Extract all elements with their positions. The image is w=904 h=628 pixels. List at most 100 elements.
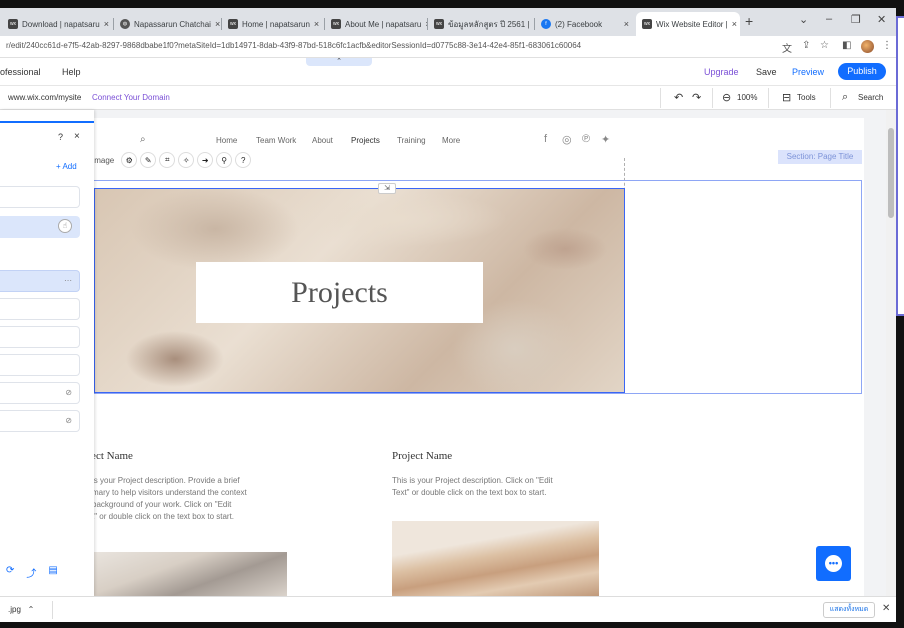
search-icon[interactable]: ⌕ — [140, 134, 146, 145]
menu-icon[interactable]: ⋮ — [882, 40, 892, 51]
link-icon[interactable]: ⚲ — [216, 152, 233, 168]
tools-button[interactable]: Tools — [797, 93, 816, 102]
upgrade-link[interactable]: Upgrade — [704, 67, 739, 77]
add-page-button[interactable]: + Add — [56, 162, 77, 171]
hidden-eye-icon[interactable]: ⊘ — [65, 416, 72, 425]
nav-projects[interactable]: Projects — [351, 136, 380, 145]
sidepanel-icon[interactable]: ◧ — [842, 40, 851, 51]
instagram-icon[interactable]: ◎ — [562, 133, 572, 146]
project-name[interactable]: ject Name — [88, 450, 133, 462]
scrollbar-thumb[interactable] — [888, 128, 894, 218]
restore-button[interactable]: ❐ — [851, 13, 861, 26]
close-shelf-button[interactable]: ✕ — [882, 603, 890, 614]
page-list-item[interactable]: ⊘ — [0, 410, 80, 432]
page-list-item[interactable] — [0, 186, 80, 208]
help-button[interactable]: ? — [58, 132, 63, 142]
more-options-icon[interactable]: ⋯ — [64, 276, 72, 285]
connect-domain-link[interactable]: Connect Your Domain — [92, 93, 170, 102]
undo-icon[interactable]: ↶ — [674, 91, 683, 104]
project-description[interactable]: is your Project description. Provide a b… — [92, 475, 247, 523]
translate-icon[interactable]: 文 — [782, 40, 792, 55]
collapse-toolbar-button[interactable]: ⌃ — [306, 58, 372, 66]
pinterest-icon[interactable]: ℗ — [582, 133, 590, 145]
close-window-button[interactable]: ✕ — [877, 13, 886, 26]
cursor-hand-icon: ☝ — [58, 219, 72, 233]
nav-training[interactable]: Training — [397, 136, 426, 145]
save-button[interactable]: Save — [756, 67, 777, 77]
nav-more[interactable]: More — [442, 136, 460, 145]
nav-about[interactable]: About — [312, 136, 333, 145]
page-list-item[interactable]: ☝ — [0, 216, 80, 238]
download-item[interactable]: .jpg ⌃ — [8, 605, 34, 614]
tab-curriculum[interactable]: wx ข้อมูลหลักสูตร ปี 2561 | × — [428, 12, 534, 36]
url-field[interactable]: r/edit/240cc61d-e7f5-42ab-8297-9868dbabe… — [6, 41, 581, 50]
drag-handle-icon[interactable]: ⇲ — [378, 183, 396, 194]
close-icon[interactable]: × — [624, 19, 629, 29]
tab-wix-editor[interactable]: wx Wix Website Editor | × — [636, 12, 740, 36]
page-list-item[interactable] — [0, 326, 80, 348]
new-tab-button[interactable]: + — [745, 13, 753, 29]
preview-button[interactable]: Preview — [792, 67, 824, 77]
project-name[interactable]: Project Name — [392, 450, 452, 462]
tab-strip: wx Download | napatsaru × ◍ Napassarun C… — [0, 8, 896, 36]
page-transition-icon[interactable]: ⟳ — [6, 565, 14, 580]
project-description[interactable]: This is your Project description. Click … — [392, 475, 553, 499]
plan-menu[interactable]: ofessional — [0, 67, 41, 77]
nav-home[interactable]: Home — [216, 136, 237, 145]
project-image[interactable] — [92, 552, 287, 596]
page-list-item[interactable]: ⋯ — [0, 270, 80, 292]
hero-title-box[interactable]: Projects — [196, 262, 483, 323]
page-list-item[interactable]: ⊘ — [0, 382, 80, 404]
editor-canvas[interactable]: ⌕ Home Team Work About Projects Training… — [0, 110, 896, 596]
hidden-eye-icon[interactable]: ⊘ — [65, 388, 72, 397]
browser-window: wx Download | napatsaru × ◍ Napassarun C… — [0, 8, 896, 622]
zoom-out-icon[interactable]: ⊖ — [722, 91, 731, 104]
facebook-icon: f — [541, 19, 551, 29]
help-menu[interactable]: Help — [62, 67, 81, 77]
chat-button[interactable]: ••• — [816, 546, 851, 581]
close-icon[interactable]: × — [314, 19, 319, 29]
minimize-button[interactable]: – — [826, 13, 832, 25]
publish-button[interactable]: Publish — [838, 63, 886, 80]
animation-icon[interactable]: ➜ — [197, 152, 214, 168]
search-icon[interactable]: ⌕ — [842, 91, 848, 104]
section-tag[interactable]: Section: Page Title — [778, 150, 862, 164]
close-icon[interactable]: × — [215, 19, 220, 29]
close-icon[interactable]: × — [732, 19, 737, 29]
tab-download[interactable]: wx Download | napatsaru × — [2, 12, 114, 36]
zoom-level[interactable]: 100% — [737, 93, 757, 102]
tab-home[interactable]: wx Home | napatsarun × — [222, 12, 324, 36]
settings-icon[interactable]: ⚙ — [121, 152, 138, 168]
avatar[interactable] — [861, 40, 874, 53]
crop-icon[interactable]: ⌗ — [159, 152, 176, 168]
tools-icon[interactable]: ⊟ — [782, 91, 791, 104]
share-icon[interactable]: ⇪ — [802, 40, 810, 51]
desc-line: is your Project description. Provide a b… — [92, 476, 240, 485]
page-list-item[interactable] — [0, 242, 80, 264]
star-icon[interactable]: ☆ — [820, 40, 829, 51]
close-icon[interactable]: × — [104, 19, 109, 29]
pen-icon[interactable]: ✎ — [140, 152, 157, 168]
download-shelf: .jpg ⌃ แสดงทั้งหมด ✕ — [0, 596, 896, 622]
twitter-icon[interactable]: ✦ — [601, 133, 610, 146]
page-list-item[interactable] — [0, 354, 80, 376]
page-icon[interactable]: ▤ — [48, 565, 57, 580]
show-all-button[interactable]: แสดงทั้งหมด — [823, 602, 875, 618]
tab-about[interactable]: wx About Me | napatsaru × — [325, 12, 427, 36]
redo-icon[interactable]: ↷ — [692, 91, 701, 104]
magic-wand-icon[interactable]: ✧ — [178, 152, 195, 168]
manage-menu-icon[interactable]: ⤴ — [26, 565, 36, 580]
close-panel-button[interactable]: × — [74, 131, 80, 142]
tab-facebook[interactable]: f (2) Facebook × — [535, 12, 635, 36]
project-image[interactable] — [392, 521, 599, 596]
facebook-icon[interactable]: f — [544, 133, 547, 145]
search-button[interactable]: Search — [858, 93, 883, 102]
chevron-up-icon[interactable]: ⌃ — [23, 605, 35, 614]
panel-footer: ⟳ ⤴ ▤ — [6, 565, 58, 580]
help-icon[interactable]: ? — [235, 152, 252, 168]
tab-napassarun[interactable]: ◍ Napassarun Chatchai × — [114, 12, 221, 36]
nav-team-work[interactable]: Team Work — [256, 136, 296, 145]
tab-label: Home | napatsarun — [242, 19, 310, 29]
chevron-down-icon[interactable]: ⌄ — [799, 13, 808, 26]
page-list-item[interactable] — [0, 298, 80, 320]
